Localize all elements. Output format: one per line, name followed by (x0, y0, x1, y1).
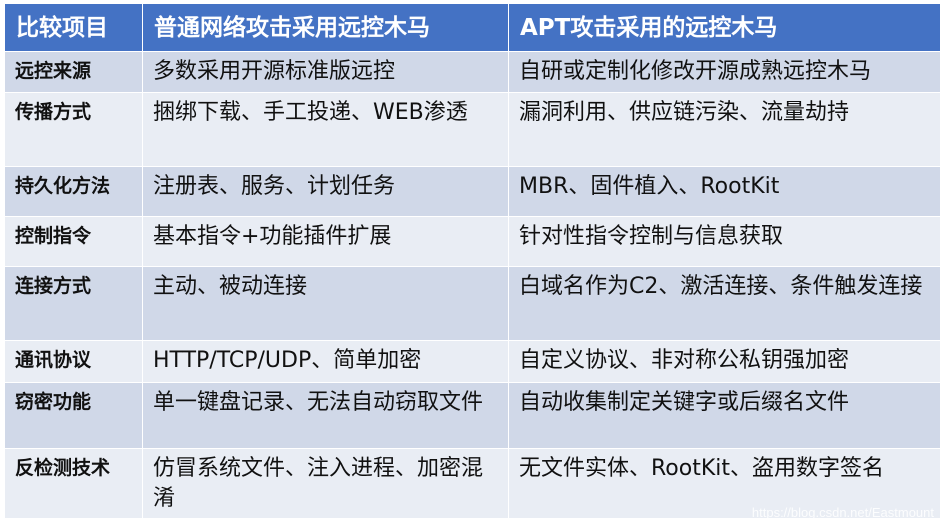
row-label: 控制指令 (4, 216, 143, 267)
cell-normal: 注册表、服务、计划任务 (142, 166, 509, 217)
watermark-text: https://blog.csdn.net/Eastmount (751, 505, 934, 520)
row-label: 反检测技术 (4, 448, 143, 519)
table-row: 远控来源 多数采用开源标准版远控 自研或定制化修改开源成熟远控木马 (4, 51, 941, 93)
cell-normal: 多数采用开源标准版远控 (142, 51, 509, 93)
cell-normal: 基本指令+功能插件扩展 (142, 216, 509, 267)
row-label: 窃密功能 (4, 382, 143, 449)
table-row: 连接方式 主动、被动连接 白域名作为C2、激活连接、条件触发连接 (4, 266, 941, 341)
cell-normal: 捆绑下载、手工投递、WEB渗透 (142, 92, 509, 167)
header-apt-attack: APT攻击采用的远控木马 (508, 3, 941, 52)
header-normal-attack: 普通网络攻击采用远控木马 (142, 3, 509, 52)
cell-normal: 主动、被动连接 (142, 266, 509, 341)
cell-apt: 自定义协议、非对称公私钥强加密 (508, 340, 941, 383)
cell-normal: HTTP/TCP/UDP、简单加密 (142, 340, 509, 383)
row-label: 连接方式 (4, 266, 143, 341)
table-row: 通讯协议 HTTP/TCP/UDP、简单加密 自定义协议、非对称公私钥强加密 (4, 340, 941, 383)
header-item: 比较项目 (4, 3, 143, 52)
table-row: 窃密功能 单一键盘记录、无法自动窃取文件 自动收集制定关键字或后缀名文件 (4, 382, 941, 449)
cell-apt: 漏洞利用、供应链污染、流量劫持 (508, 92, 941, 167)
table-row: 控制指令 基本指令+功能插件扩展 针对性指令控制与信息获取 (4, 216, 941, 267)
cell-normal: 仿冒系统文件、注入进程、加密混淆 (142, 448, 509, 519)
row-label: 持久化方法 (4, 166, 143, 217)
table-row: 持久化方法 注册表、服务、计划任务 MBR、固件植入、RootKit (4, 166, 941, 217)
row-label: 传播方式 (4, 92, 143, 167)
row-label: 通讯协议 (4, 340, 143, 383)
cell-normal: 单一键盘记录、无法自动窃取文件 (142, 382, 509, 449)
table-row: 传播方式 捆绑下载、手工投递、WEB渗透 漏洞利用、供应链污染、流量劫持 (4, 92, 941, 167)
cell-apt: 自研或定制化修改开源成熟远控木马 (508, 51, 941, 93)
cell-apt: 自动收集制定关键字或后缀名文件 (508, 382, 941, 449)
cell-apt: 针对性指令控制与信息获取 (508, 216, 941, 267)
cell-apt: 白域名作为C2、激活连接、条件触发连接 (508, 266, 941, 341)
cell-apt: MBR、固件植入、RootKit (508, 166, 941, 217)
comparison-table: 比较项目 普通网络攻击采用远控木马 APT攻击采用的远控木马 远控来源 多数采用… (4, 3, 941, 519)
header-row: 比较项目 普通网络攻击采用远控木马 APT攻击采用的远控木马 (4, 3, 941, 52)
row-label: 远控来源 (4, 51, 143, 93)
